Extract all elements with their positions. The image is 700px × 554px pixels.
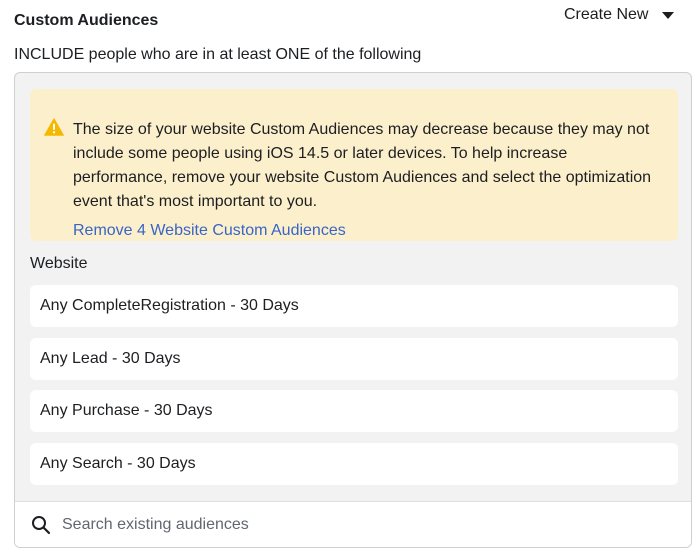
website-section-label: Website [30,255,88,272]
search-existing-audiences-input[interactable] [62,512,662,538]
audience-item[interactable]: Any Lead - 30 Days [30,338,678,380]
search-audiences-row [15,501,691,547]
search-icon [32,516,51,535]
audience-item[interactable]: Any CompleteRegistration - 30 Days [30,285,678,327]
ios-warning-banner: The size of your website Custom Audience… [30,89,678,241]
warning-message: The size of your website Custom Audience… [73,121,652,210]
warning-triangle-icon [44,118,64,136]
remove-website-audiences-link[interactable]: Remove 4 Website Custom Audiences [73,219,346,243]
audience-panel: The size of your website Custom Audience… [14,72,692,548]
create-new-label: Create New [564,6,649,23]
create-new-dropdown[interactable]: Create New [564,5,675,25]
audience-item[interactable]: Any Search - 30 Days [30,443,678,485]
custom-audiences-title: Custom Audiences [14,12,159,29]
include-rule-text: INCLUDE people who are in at least ONE o… [14,46,422,63]
audience-item[interactable]: Any Purchase - 30 Days [30,390,678,432]
caret-down-icon [662,11,675,19]
